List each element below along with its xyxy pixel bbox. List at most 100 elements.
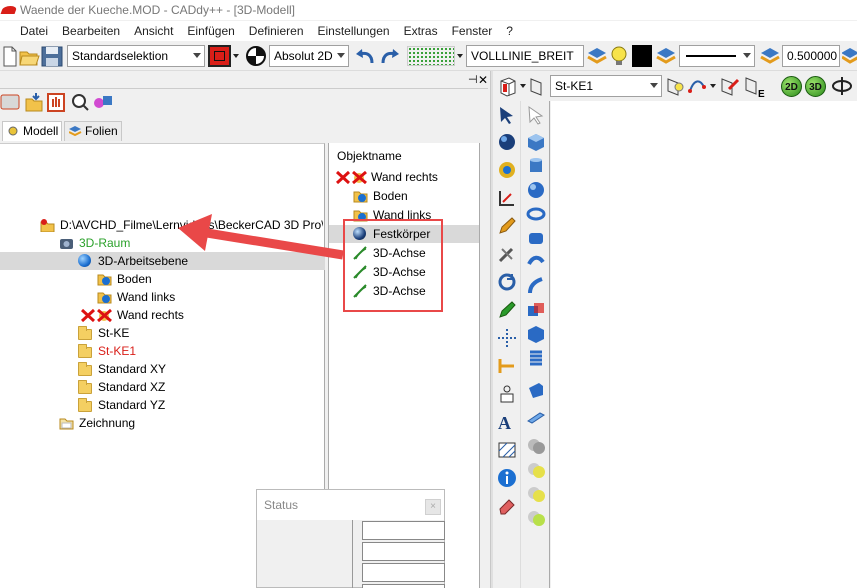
spheres-mix-icon[interactable] [526,484,546,504]
main-toolbar: Standardselektion Absolut 2D VOLLLINIE_B… [0,41,857,71]
select-outline-icon[interactable] [526,105,546,125]
crosshair-icon[interactable] [497,328,517,348]
tools-icon[interactable] [497,244,517,264]
spheres-grey-icon[interactable] [526,436,546,456]
line-width-input[interactable]: 0.500000 [782,45,840,67]
menu-extras[interactable]: Extras [404,24,438,38]
measure-icon[interactable] [497,188,517,208]
save-icon[interactable] [40,44,64,68]
status-field[interactable] [362,584,445,588]
extrude-icon[interactable] [526,252,546,272]
hand-icon[interactable] [46,91,66,113]
zoom-icon[interactable] [70,91,90,113]
plane-icon[interactable] [528,75,544,97]
fill-color-swatch[interactable] [632,45,652,67]
lightbulb-icon[interactable] [608,44,630,68]
selection-mode-select[interactable]: Standardselektion [67,45,205,67]
slab-icon[interactable] [526,408,546,428]
sphere-icon[interactable] [526,180,546,200]
spring-icon[interactable] [526,348,546,368]
sphere-icon [78,254,91,267]
box-rounded-icon[interactable] [526,228,546,248]
spheres-yellow-icon[interactable] [526,460,546,480]
menu-fenster[interactable]: Fenster [452,24,493,38]
curve-tool-icon[interactable] [687,75,709,97]
object-list-header[interactable]: Objektname [337,149,402,163]
status-field[interactable] [362,563,445,582]
green-pen-icon[interactable] [497,300,517,320]
plate-icon[interactable] [526,380,546,400]
select-arrow-icon[interactable] [497,105,517,125]
chevron-down-icon[interactable] [710,84,716,88]
symbol-icon[interactable] [497,384,517,404]
tab-folien[interactable]: Folien [64,121,122,141]
menu-help[interactable]: ? [506,24,513,38]
coordinate-origin-icon[interactable] [245,44,267,68]
panel-close-icon[interactable]: ✕ [478,74,488,86]
line-type-select[interactable]: VOLLLINIE_BREIT [466,45,584,67]
hatch-icon[interactable] [497,440,517,460]
layers-icon[interactable] [654,44,678,68]
info-icon[interactable] [497,468,517,488]
menu-ansicht[interactable]: Ansicht [134,24,173,38]
view-2d-button[interactable]: 2D [781,76,802,97]
sweep-icon[interactable] [526,276,546,296]
dimension-icon[interactable] [497,356,517,376]
view-3d-button[interactable]: 3D [805,76,826,97]
tree-node-root[interactable]: D:\AVCHD_Filme\Lernvideos\BeckerCAD 3D P… [40,216,323,234]
open-file-icon[interactable] [18,44,40,68]
chevron-down-icon [743,53,751,58]
layers-icon[interactable] [586,44,608,68]
tab-modell-label: Modell [23,124,59,138]
layer-box-icon[interactable] [497,75,519,97]
rotate-view-icon[interactable] [831,75,853,97]
panel-pin-icon[interactable]: ⊣ [468,75,478,86]
drawing-folder-icon [59,418,74,430]
color-picker-button[interactable] [208,45,231,67]
grid-toggle-icon[interactable] [407,46,455,66]
text-icon[interactable]: A [497,412,517,432]
plane-e-icon[interactable]: E [743,75,767,99]
menu-einstellungen[interactable]: Einstellungen [318,24,390,38]
eraser-icon[interactable] [497,496,517,516]
folder-icon [78,362,92,376]
cube-icon[interactable] [526,132,546,152]
menu-datei[interactable]: Datei [20,24,48,38]
undo-icon[interactable] [353,44,377,68]
menu-bearbeiten[interactable]: Bearbeiten [62,24,120,38]
redo-icon[interactable] [378,44,402,68]
coord-mode-select[interactable]: Absolut 2D [269,45,349,67]
sphere-icon[interactable] [497,132,517,152]
menu-definieren[interactable]: Definieren [249,24,304,38]
properties-icon[interactable] [92,91,114,113]
plane-bulb-icon[interactable] [665,75,685,97]
folder-object-icon [97,274,112,286]
status-field[interactable] [362,542,445,561]
view-2d-label: 2D [785,82,798,93]
refresh-icon[interactable] [497,272,517,292]
chevron-down-icon[interactable] [520,84,526,88]
line-style-select[interactable] [679,45,755,67]
new-file-icon[interactable] [1,44,19,68]
menu-einfuegen[interactable]: Einfügen [187,24,234,38]
layers-icon[interactable] [758,44,782,68]
rotate-body-icon[interactable] [497,160,517,180]
plane-edit-icon[interactable] [719,75,741,97]
status-field[interactable] [362,521,445,540]
torus-icon[interactable] [526,204,546,224]
chevron-down-icon[interactable] [233,54,239,58]
boolean-icon[interactable] [526,300,546,320]
layer-select[interactable]: St-KE1 [550,75,662,97]
tree-node-label: 3D-Raum [79,236,131,250]
model-view-icon[interactable] [0,91,20,113]
layers-icon[interactable] [842,44,857,68]
tab-modell[interactable]: Modell [2,121,62,141]
cube-cut-icon[interactable] [526,324,546,344]
drawing-canvas[interactable] [551,101,857,588]
chevron-down-icon[interactable] [457,54,463,58]
spheres-green-icon[interactable] [526,508,546,528]
close-icon[interactable]: × [425,499,441,515]
cylinder-icon[interactable] [526,156,546,176]
pencil-icon[interactable] [497,216,517,236]
folder-arrow-icon[interactable] [24,91,44,113]
